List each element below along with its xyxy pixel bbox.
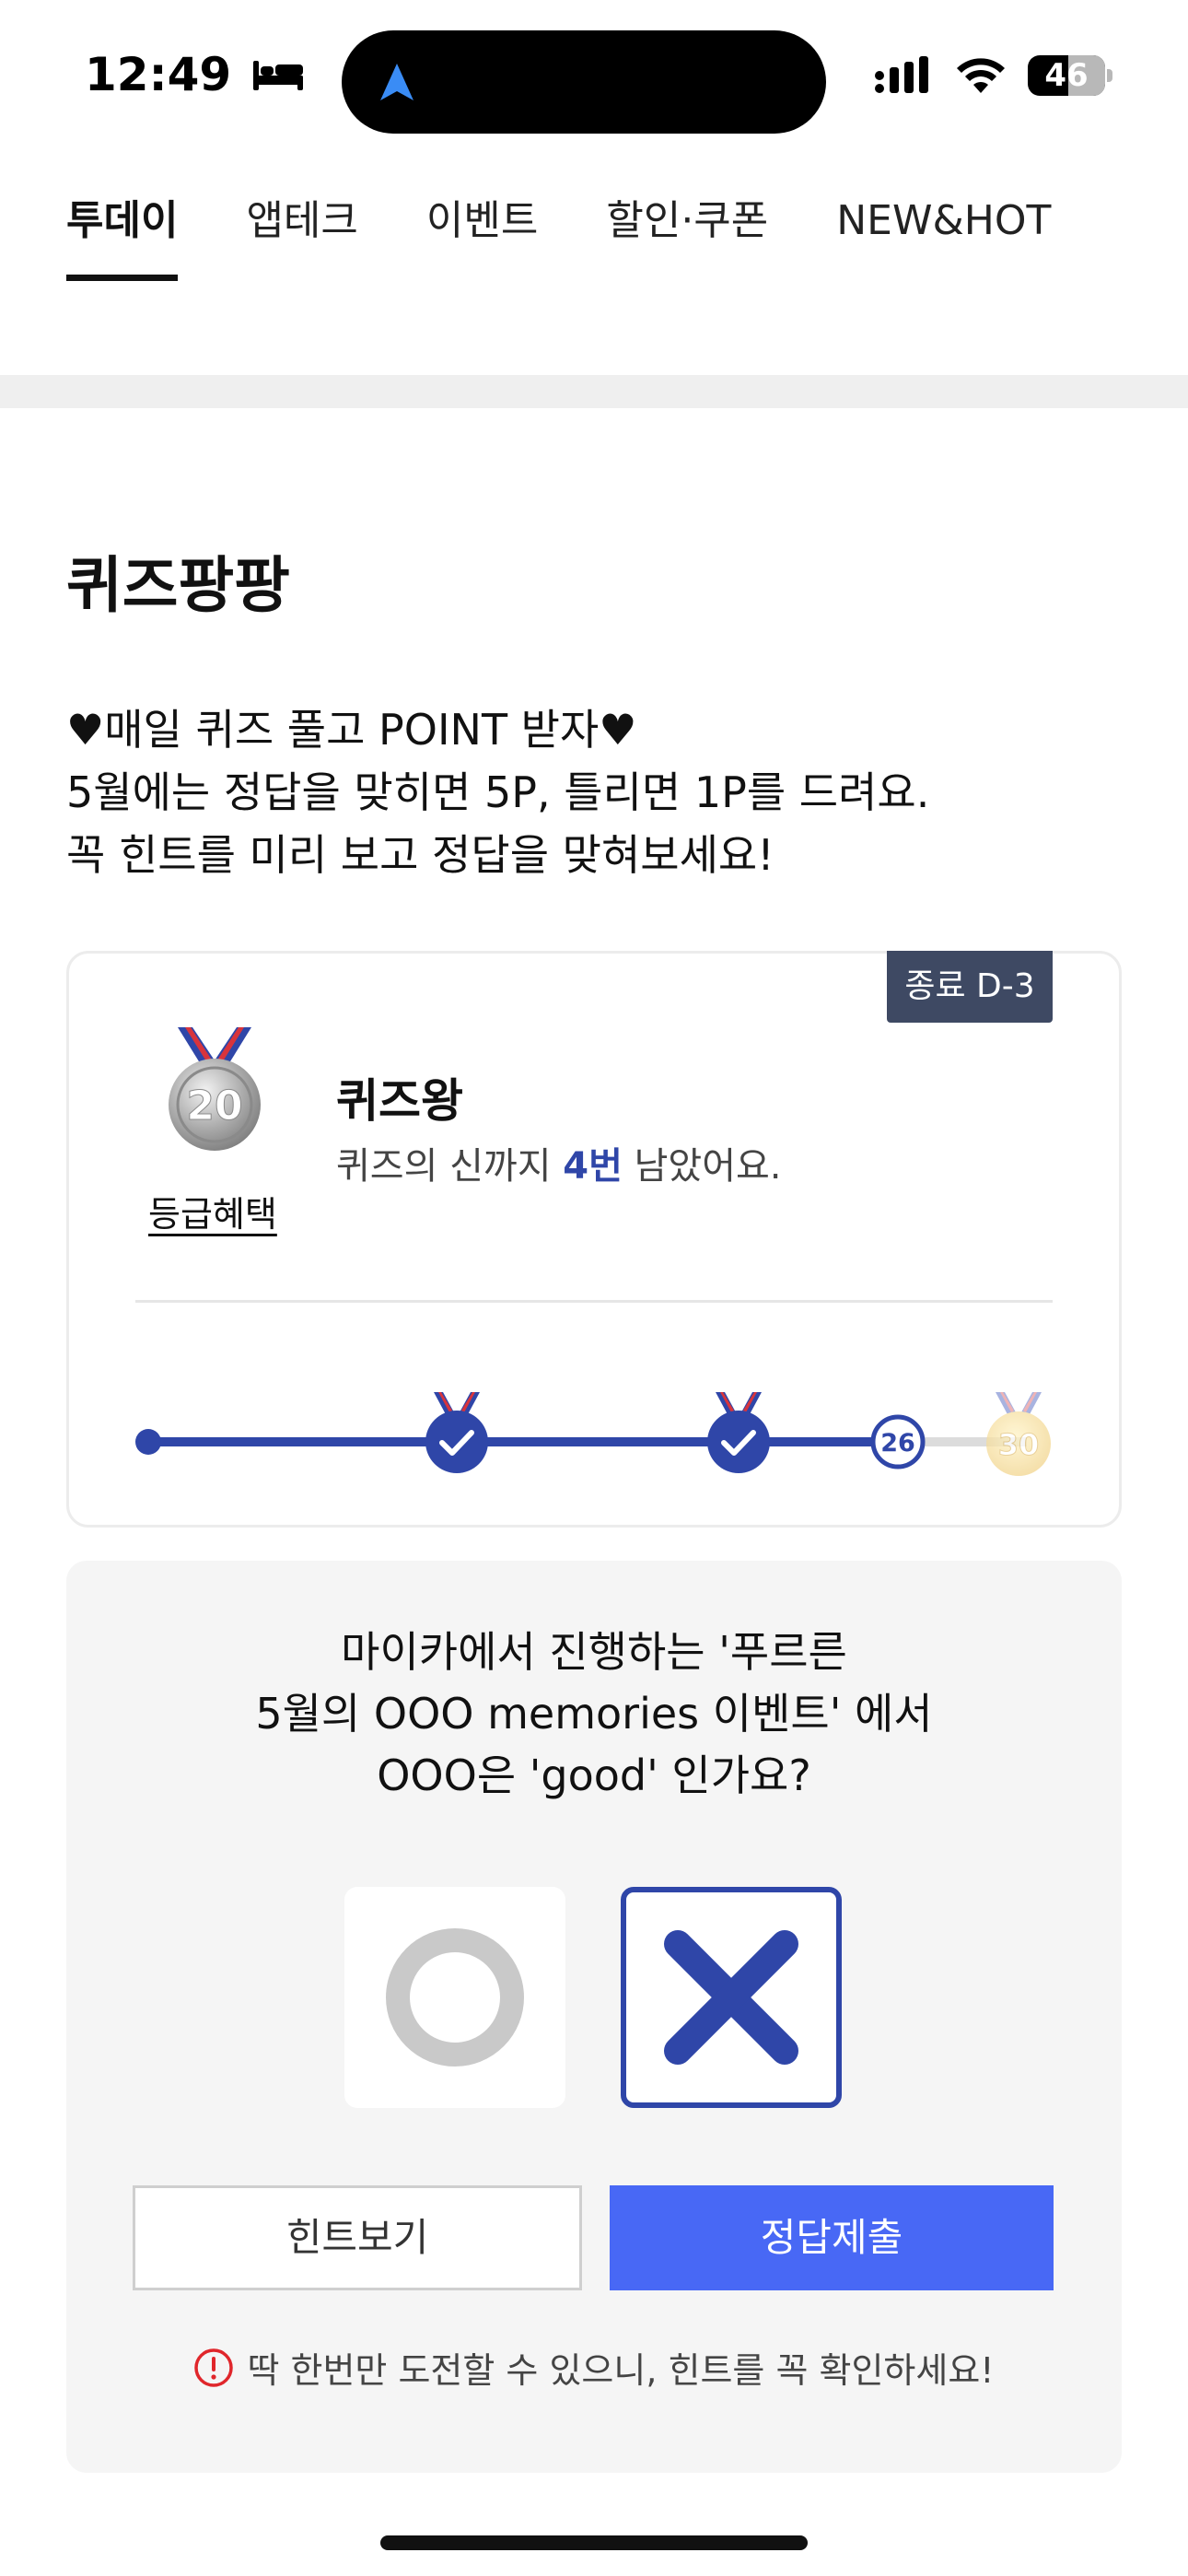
tab-new-hot[interactable]: NEW&HOT	[836, 189, 1119, 281]
quiz-question: 마이카에서 진행하는 '푸르른 5월의 OOO memories 이벤트' 에서…	[66, 1622, 1122, 1807]
rank-name: 퀴즈왕	[336, 1074, 463, 1128]
intro-line: 꼭 힌트를 미리 보고 정답을 맞혀보세요!	[66, 830, 775, 880]
rank-remaining-text: 퀴즈의 신까지 4번 남았어요.	[336, 1136, 782, 1189]
cross-x-icon	[664, 1930, 798, 2065]
status-time: 12:49	[85, 48, 305, 101]
progress-current-marker: 26	[870, 1414, 926, 1469]
gold-medal-goal-icon: 30	[986, 1392, 1051, 1476]
answer-o-button[interactable]	[344, 1887, 565, 2108]
alert-circle-icon	[194, 2348, 234, 2387]
notice-text: 딱 한번만 도전할 수 있으니, 힌트를 꼭 확인하세요!	[247, 2350, 995, 2391]
battery-level: 46	[1044, 57, 1089, 94]
status-bar: 12:49 46	[0, 0, 1188, 157]
intro-line: 5월에는 정답을 맞히면 5P, 틀리면 1P를 드려요.	[66, 767, 930, 817]
section-divider	[0, 375, 1188, 408]
submit-answer-button[interactable]: 정답제출	[610, 2185, 1054, 2290]
sleep-bed-icon	[253, 61, 304, 90]
battery-icon: 46	[1028, 55, 1112, 96]
question-line: 5월의 OOO memories 이벤트' 에서	[255, 1689, 933, 1739]
goal-value: 30	[998, 1427, 1040, 1462]
progress-start-dot	[135, 1429, 161, 1455]
milestone-done-2	[707, 1392, 770, 1473]
status-right: 46	[873, 55, 1112, 96]
page-title: 퀴즈팡팡	[66, 550, 290, 621]
tab-event[interactable]: 이벤트	[426, 189, 606, 281]
grade-benefits-link[interactable]: 등급혜택	[148, 1186, 277, 1236]
answer-x-button[interactable]	[621, 1887, 842, 2108]
rank-desc-count: 4번	[563, 1145, 623, 1188]
rank-desc-prefix: 퀴즈의 신까지	[336, 1145, 564, 1188]
rank-desc-suffix: 남았어요.	[622, 1145, 782, 1188]
intro-line: ♥매일 퀴즈 풀고 POINT 받자♥	[66, 705, 637, 755]
progress-current-value: 26	[880, 1429, 915, 1458]
location-arrow-icon	[380, 64, 413, 100]
medal-number: 20	[186, 1083, 242, 1130]
home-indicator[interactable]	[380, 2535, 808, 2550]
intro-text: ♥매일 퀴즈 풀고 POINT 받자♥ 5월에는 정답을 맞히면 5P, 틀리면…	[66, 698, 929, 886]
rank-card: 종료 D-3 20 등급혜택 퀴즈왕 퀴즈의 신까지 4번 남았어요. 26 3…	[66, 951, 1122, 1528]
tab-today[interactable]: 투데이	[66, 189, 246, 281]
dynamic-island	[342, 30, 826, 134]
time-text: 12:49	[85, 48, 232, 101]
dday-badge: 종료 D-3	[887, 951, 1053, 1023]
wifi-icon	[957, 58, 1005, 93]
quiz-notice: 딱 한번만 도전할 수 있으니, 힌트를 꼭 확인하세요!	[66, 2342, 1122, 2393]
quiz-panel: 마이카에서 진행하는 '푸르른 5월의 OOO memories 이벤트' 에서…	[66, 1561, 1122, 2473]
hint-button[interactable]: 힌트보기	[133, 2185, 582, 2290]
circle-o-icon	[386, 1928, 524, 2067]
top-tab-bar: 투데이 앱테크 이벤트 할인·쿠폰 NEW&HOT	[66, 189, 1119, 281]
question-line: 마이카에서 진행하는 '푸르른	[341, 1627, 847, 1677]
card-divider	[135, 1300, 1053, 1303]
tab-discount-coupon[interactable]: 할인·쿠폰	[606, 189, 836, 281]
rank-progress-track: 26 30	[135, 1392, 1051, 1476]
question-line: OOO은 'good' 인가요?	[377, 1751, 811, 1800]
tab-apptech[interactable]: 앱테크	[246, 189, 425, 281]
silver-medal-icon: 20	[169, 1027, 261, 1151]
cellular-signal-icon	[875, 56, 928, 93]
milestone-done-1	[425, 1392, 488, 1473]
